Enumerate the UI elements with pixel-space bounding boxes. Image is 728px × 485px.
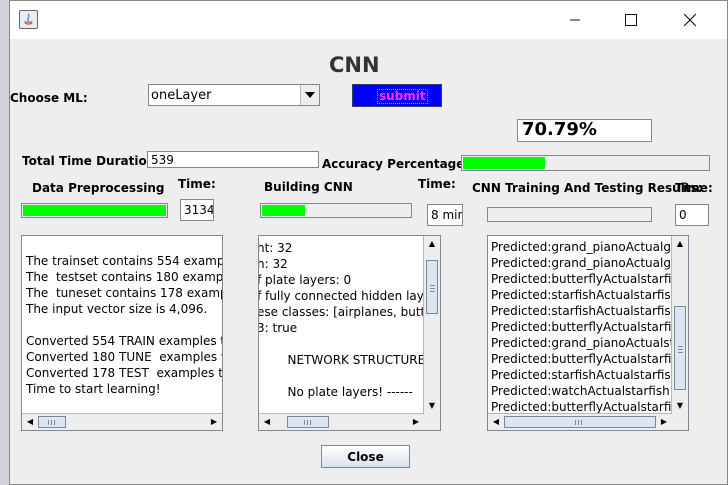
preprocessing-output-line [26,317,222,333]
preprocessing-output-line: The testset contains 180 examples [26,270,223,284]
section-title-building: Building CNN [264,180,353,194]
accuracy-percentage-label: Accuracy Percentage: [322,157,470,171]
accuracy-progress-fill [463,157,545,169]
ml-select-value: oneLayer [151,88,212,103]
results-output-line: Predicted:butterflyActualstarfish [491,320,686,334]
minimize-icon [570,19,580,21]
results-output-pane[interactable]: Predicted:grand_pianoActualgrand Predicte… [487,235,689,431]
preprocessing-output-line: The tuneset contains 178 examples [26,286,223,300]
ml-select[interactable]: oneLayer [148,84,320,106]
building-progress-fill [262,205,305,216]
results-output-line: Predicted:grand_pianoActualstarfi [491,336,689,350]
total-time-field[interactable]: 539 [147,151,319,168]
scroll-down-icon[interactable]: ▼ [672,398,688,414]
results-output-line: Predicted:grand_pianoActualgrand [491,240,689,254]
minimize-button[interactable] [552,1,598,39]
building-time-field[interactable]: 8 min [427,204,463,226]
chevron-down-icon[interactable] [300,85,319,105]
preprocessing-output-line [26,237,222,253]
preprocessing-progress-bar [21,203,168,218]
scroll-right-icon[interactable]: ▶ [408,414,424,430]
preprocessing-output-line: Converted 554 TRAIN examples to fe [26,334,222,348]
building-output-line [259,336,440,352]
close-button[interactable]: Close [321,445,410,468]
building-output-line: 3: true [258,321,298,335]
submit-button[interactable]: submit [352,84,442,107]
section-time-label-building: Time: [418,177,456,191]
submit-button-label: submit [377,89,428,104]
scroll-right-icon[interactable]: ▶ [206,414,222,430]
preprocessing-progress-fill [23,205,166,216]
building-output-pane[interactable]: ht: 32 h: 32 f plate layers: 0 f fully conn… [258,235,441,431]
building-output-line: ese classes: [airplanes, butter [258,305,438,319]
close-icon [684,14,696,26]
results-output-line: Predicted:butterflyActualstarfish [491,272,686,286]
results-output-text: Predicted:grand_pianoActualgrand Predicte… [491,239,689,415]
building-progress-bar [260,203,412,218]
maximize-button[interactable] [608,1,654,39]
section-title-preprocessing: Data Preprocessing [32,181,165,195]
preprocessing-output-line: Converted 178 TEST examples to fe [26,366,223,380]
scroll-up-icon[interactable]: ▲ [424,236,440,252]
building-vertical-scrollbar[interactable]: ▲ ▼ [423,236,440,414]
building-output-line: NETWORK STRUCTURE [258,353,426,367]
results-output-line: Predicted:grand_pianoActualgrand [491,256,689,270]
scroll-corner [424,414,440,430]
choose-ml-label: Choose ML: [10,91,88,105]
building-output-line: f fully connected hidden layers: [258,289,441,303]
building-output-line: ht: 32 [258,241,293,255]
preprocessing-horizontal-scrollbar[interactable]: ◀ ▶ [22,413,222,430]
preprocessing-output-line: Time to start learning! [26,382,161,396]
results-output-line: Predicted:starfishActualstarfish [491,288,679,302]
preprocessing-hscroll-thumb[interactable] [38,416,66,428]
results-output-line: Predicted:starfishActualstarfish [491,304,679,318]
building-output-line: h: 32 [258,257,288,271]
results-output-line: Predicted:watchActualstarfish [491,384,670,398]
results-vscroll-thumb[interactable] [674,306,686,390]
results-horizontal-scrollbar[interactable]: ◀ ▶ [488,413,672,430]
building-horizontal-scrollbar[interactable]: ◀ ▶ [259,413,424,430]
section-time-label-results: Time: [675,181,713,195]
preprocessing-output-line: The input vector size is 4,096. [26,302,208,316]
results-progress-bar [487,207,652,222]
accuracy-value-field: 70.79% [517,119,652,142]
results-output-line: Predicted:starfishActualstarfish [491,368,679,382]
scroll-down-icon[interactable]: ▼ [424,398,440,414]
title-bar [10,1,727,39]
close-button-label: Close [347,449,384,464]
building-hscroll-thumb[interactable] [287,416,329,428]
total-time-label: Total Time Duration: [22,154,161,168]
building-output-line: f plate layers: 0 [258,273,352,287]
preprocessing-output-line: Converted 180 TUNE examples to fe [26,350,222,364]
cnn-window: CNN Choose ML: oneLayer submit 70.79% To… [9,0,728,485]
section-time-label-preprocessing: Time: [178,177,216,191]
scroll-corner [672,414,688,430]
maximize-icon [625,14,637,26]
building-output-text: ht: 32 h: 32 f plate layers: 0 f fully conn… [258,240,441,400]
java-app-icon[interactable] [19,10,38,29]
scroll-left-icon[interactable]: ◀ [259,414,275,430]
building-output-line: No plate layers! ------ [258,385,413,399]
scroll-left-icon[interactable]: ◀ [488,414,504,430]
scroll-up-icon[interactable]: ▲ [672,236,688,252]
accuracy-progress-bar [461,155,710,171]
scroll-right-icon[interactable]: ▶ [656,414,672,430]
results-hscroll-thumb[interactable] [504,416,656,428]
page-title: CNN [329,53,380,77]
results-time-field[interactable]: 0 [675,204,709,226]
preprocessing-output-pane[interactable]: The trainset contains 554 examples The te… [21,235,223,431]
preprocessing-output-line: The trainset contains 554 examples [26,254,223,268]
preprocessing-time-field[interactable]: 3134 [180,199,214,221]
results-output-line: Predicted:butterflyActualstarfish [491,352,686,366]
results-vertical-scrollbar[interactable]: ▲ ▼ [671,236,688,414]
preprocessing-output-text: The trainset contains 554 examples The te… [26,237,223,397]
building-output-line [259,368,440,384]
close-window-button[interactable] [667,1,713,39]
scroll-left-icon[interactable]: ◀ [22,414,38,430]
building-vscroll-thumb[interactable] [426,260,438,314]
section-title-results: CNN Training And Testing Results: [472,181,703,195]
